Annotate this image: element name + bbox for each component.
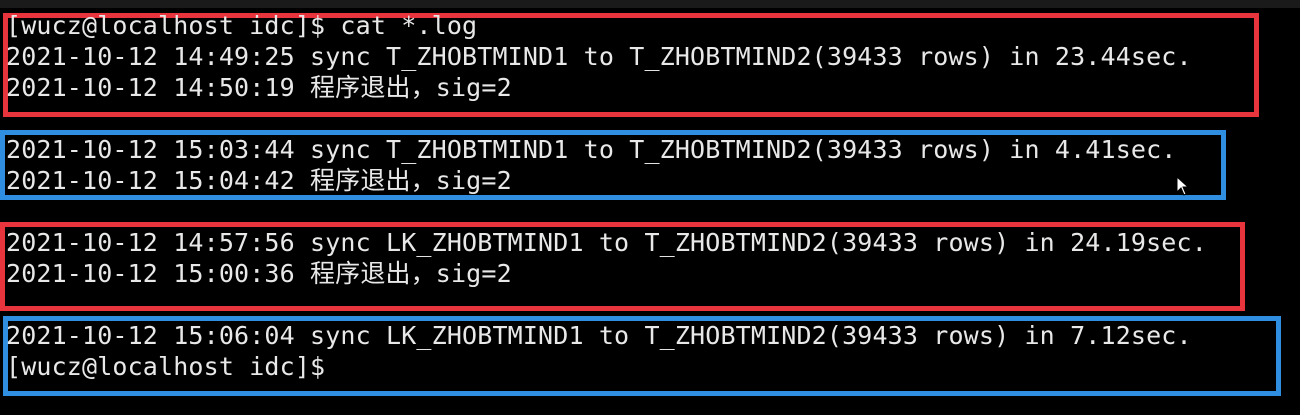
terminal-line-prompt: [wucz@localhost idc]$ [6,352,326,381]
terminal-line-log: 2021-10-12 15:03:44 sync T_ZHOBTMIND1 to… [6,135,1177,164]
mouse-pointer-icon [1176,176,1190,196]
terminal-line-prompt-command: [wucz@localhost idc]$ cat *.log [6,11,478,40]
terminal-line-log: 2021-10-12 15:00:36 程序退出，sig=2 [6,259,512,288]
terminal-line-log: 2021-10-12 15:06:04 sync LK_ZHOBTMIND1 t… [6,321,1192,350]
terminal-line-log: 2021-10-12 15:04:42 程序退出，sig=2 [6,166,512,195]
terminal-line-log: 2021-10-12 14:50:19 程序退出，sig=2 [6,73,512,102]
window-top-edge [0,0,1300,8]
terminal-line-log: 2021-10-12 14:57:56 sync LK_ZHOBTMIND1 t… [6,228,1207,257]
terminal-window[interactable]: [wucz@localhost idc]$ cat *.log 2021-10-… [0,0,1300,415]
terminal-line-log: 2021-10-12 14:49:25 sync T_ZHOBTMIND1 to… [6,42,1192,71]
